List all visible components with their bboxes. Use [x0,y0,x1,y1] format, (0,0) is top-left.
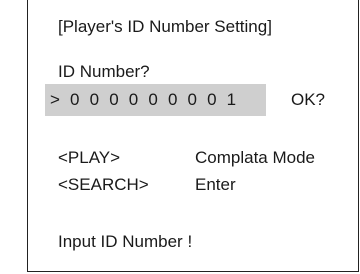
id-number-prompt: ID Number? [58,62,150,81]
id-number-value: > 0 0 0 0 0 0 0 0 1 [50,90,239,109]
search-key-action: Enter [195,175,236,194]
screen-title: [Player's ID Number Setting] [58,17,272,36]
settings-screen: [Player's ID Number Setting] ID Number? … [27,0,359,272]
play-key-label: <PLAY> [58,148,121,167]
play-key-action: Complata Mode [195,148,316,167]
id-number-field[interactable]: > 0 0 0 0 0 0 0 0 1 [45,84,266,116]
ok-prompt: OK? [291,90,326,109]
search-key-label: <SEARCH> [58,175,149,194]
status-message: Input ID Number ! [58,232,193,251]
